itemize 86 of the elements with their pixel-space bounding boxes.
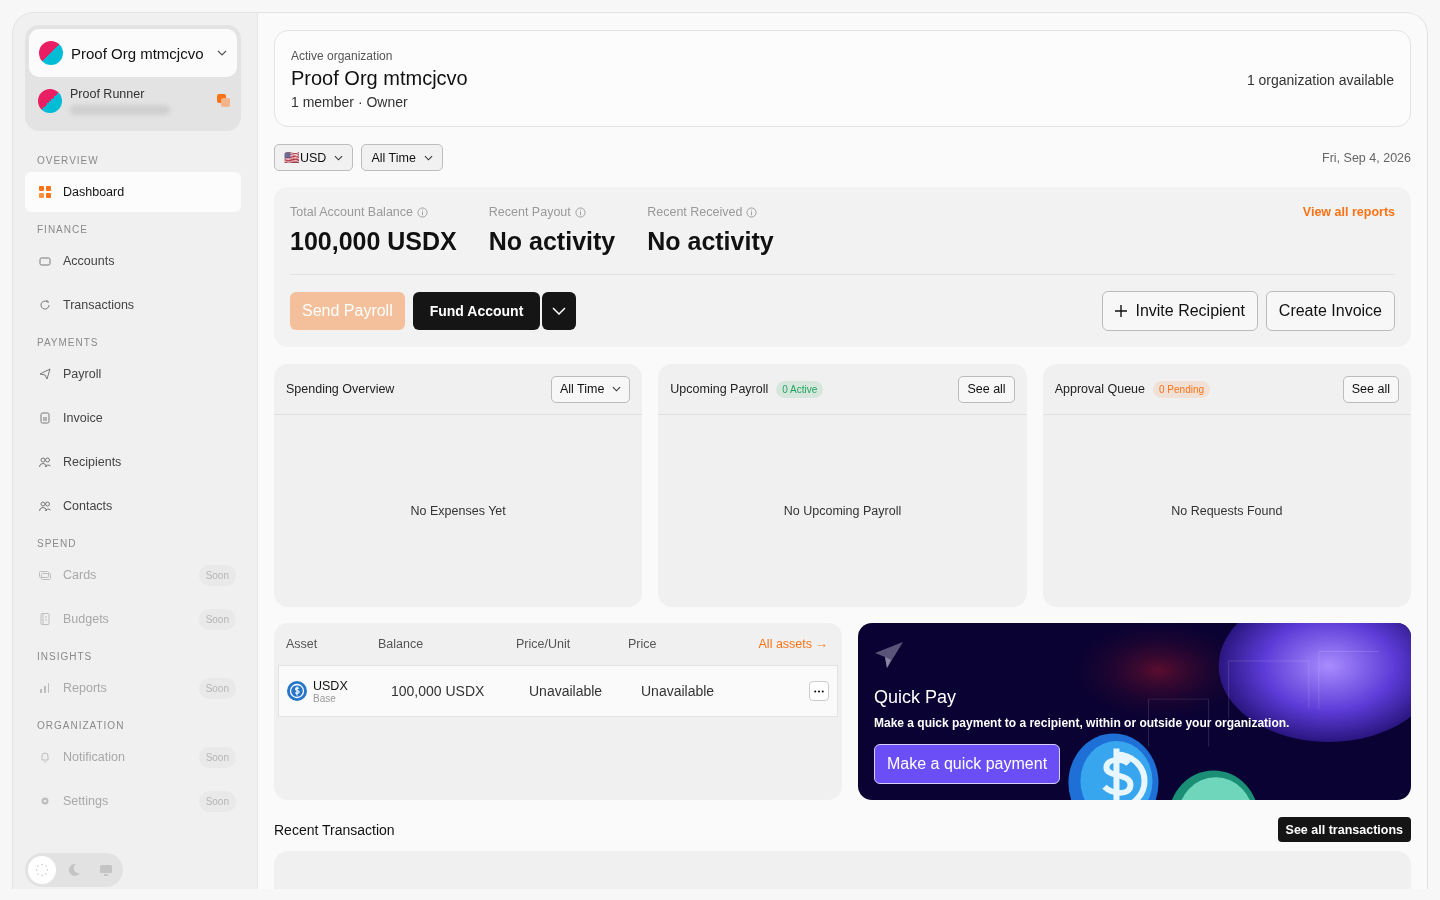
nav-item[interactable]: Recipients [25,442,241,482]
paper-plane-icon [874,641,904,669]
coin-icon [287,681,307,701]
invite-recipient-button[interactable]: Invite Recipient [1102,291,1258,331]
section-heading: INSIGHTS [36,650,94,664]
column-header: Price/Unit [516,637,572,651]
fund-account-button[interactable]: Fund Account [412,292,541,330]
document-icon [39,412,51,424]
banner-text: Make a quick payment to a recipient, within or outside your organization. [874,716,1290,730]
asset-name: USDX [313,678,349,693]
chevron-down-icon [552,307,567,315]
grid-icon [39,186,51,198]
empty-state-text: No Expenses Yet [410,504,506,518]
sun-icon[interactable] [28,856,56,884]
avatar-icon [38,89,62,113]
refresh-icon [39,299,51,311]
stat-value: No activity [488,227,616,256]
see-all-button[interactable]: See all [1342,375,1399,403]
copy-icon[interactable] [217,94,231,108]
info-icon[interactable] [574,206,586,218]
people-icon [39,456,51,468]
status-badge: 0 Pending [1153,380,1211,398]
organizations-count: 1 organization available [1246,71,1394,88]
chevron-down-icon [217,50,227,56]
bell-icon [39,751,51,763]
panel-title: Approval Queue [1054,382,1145,396]
chevron-down-icon [612,386,622,392]
organization-name: Proof Org mtmcjcvo [291,67,468,90]
section-heading: OVERVIEW [36,154,100,168]
panel-title: Spending Overview [286,382,395,396]
nav-item[interactable]: Dashboard [25,172,241,212]
notebook-icon [39,613,51,625]
chevron-down-icon [423,154,433,161]
column-header: Asset [286,637,319,651]
organization-switcher[interactable]: Proof Org mtmcjcvo [29,29,237,77]
status-badge: 0 Active [776,380,824,398]
dropdown-button[interactable] [542,292,577,330]
column-header: Balance [378,637,425,651]
table-cell-text: Unavailable [528,683,604,699]
plus-icon [1115,305,1128,317]
bar-chart-icon [39,682,51,694]
gear-icon [39,795,51,807]
period-dropdown[interactable]: All Time [550,375,631,403]
nav-item[interactable]: Contacts [25,486,241,526]
nav-item[interactable]: Transactions [25,285,241,325]
section-heading: ORGANIZATION [36,719,126,733]
stat-value: 100,000 USDX [290,227,457,256]
stat-label: Total Account Balance [290,205,413,219]
see-all-button[interactable]: See all [958,375,1015,403]
avatar-icon [39,41,63,65]
caption: Active organization [291,49,394,63]
user-name: Proof Runner [70,87,146,101]
section-heading: FINANCE [36,223,89,237]
date-label: Fri, Sep 4, 2026 [1322,150,1411,165]
network-label: Base [313,692,337,704]
stat-value: No activity [647,227,774,256]
create-invoice-button[interactable]: Create Invoice [1265,291,1395,331]
info-icon[interactable] [746,206,758,218]
nav-item[interactable]: Accounts [25,241,241,281]
more-icon [814,689,824,693]
empty-state-text: No Upcoming Payroll [783,504,902,518]
empty-state-text: No Requests Found [1171,504,1283,518]
card-icon [39,569,51,581]
stat-label: Recent Payout [488,205,571,219]
table-cell-text: 100,000 USDX [390,683,486,699]
panel-title: Upcoming Payroll [670,382,769,396]
send-icon [39,368,51,380]
table-cell-text: Unavailable [640,683,716,699]
section-heading: PAYMENTS [36,336,100,350]
chevron-down-icon [334,154,344,161]
filter-dropdown[interactable]: All Time [361,144,443,171]
section-heading: SPEND [36,537,78,551]
people-icon [39,500,51,512]
stat-label: Recent Received [647,205,743,219]
nav-item[interactable]: Payroll [25,354,241,394]
see-all-transactions-button[interactable]: See all transactions [1277,817,1411,842]
filter-dropdown[interactable]: 🇺🇸USD [274,144,354,171]
more-button[interactable] [809,681,829,701]
nav-item[interactable]: Invoice [25,398,241,438]
column-header: Price [628,637,658,651]
organization-meta: 1 member · Owner [291,94,409,110]
quick-payment-button[interactable]: Make a quick payment [874,744,1061,784]
info-icon[interactable] [417,206,428,218]
banner-title: Quick Pay [874,687,957,708]
section-title: Recent Transaction [274,821,395,838]
wallet-icon [39,255,51,267]
